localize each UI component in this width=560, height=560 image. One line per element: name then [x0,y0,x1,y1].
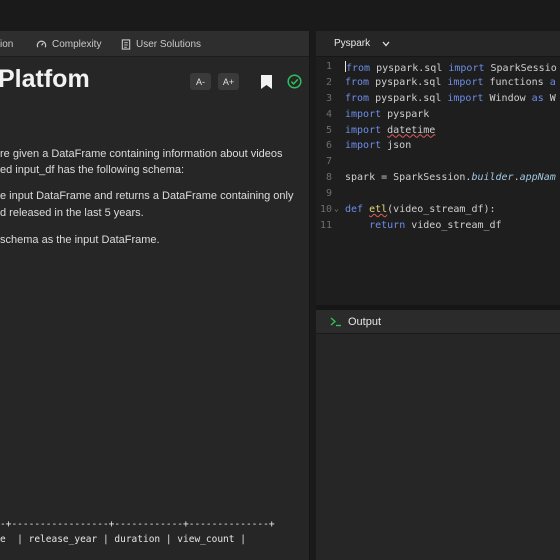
code-text: import datetime [345,125,435,136]
code-token: datetime [387,124,436,136]
description-line-5: schema as the input DataFrame. [0,234,160,246]
output-title: Output [348,315,382,328]
tab-description[interactable]: ion [0,31,13,57]
code-line[interactable]: 6 import json [316,140,560,156]
font-decrease-button[interactable]: A- [190,73,211,90]
code-editor[interactable]: Pyspark 1 from pyspark.sql import SparkSe… [316,31,560,305]
code-token: pyspark.sql [369,92,448,104]
code-text: spark = SparkSession.builder.appNam [345,172,556,183]
line-number: 1 [325,61,332,72]
code-token: def [345,204,364,216]
output-header: Output [316,310,560,334]
code-token: etl [369,204,388,216]
line-number: 11 [319,219,332,231]
code-text: def etl(video_stream_df): [345,204,496,215]
gauge-icon [36,40,47,48]
line-number: 10 [319,204,332,216]
bookmark-icon[interactable] [260,74,273,90]
code-token: as [531,92,544,104]
code-text: return video_stream_df [345,219,502,231]
schema-header: e | release_year | duration | view_count… [0,534,246,545]
problem-tabbar: ion Complexity User Solutions [0,31,309,57]
code-token: import [345,124,382,136]
code-line[interactable]: 8 spark = SparkSession.builder.appNam [316,172,560,188]
code-text: from pyspark.sql import Window as W [345,93,556,104]
line-number: 7 [325,156,332,168]
code-lines[interactable]: 1 from pyspark.sql import SparkSessio 2 fro… [316,61,560,236]
output-panel: Output [316,310,560,560]
code-text: import pyspark [345,109,429,120]
line-number: 9 [325,188,332,200]
description-line-3: e input DataFrame and returns a DataFram… [0,190,294,202]
code-line[interactable]: 11 return video_stream_df [316,220,560,236]
code-text: from pyspark.sql import SparkSessio [345,61,557,74]
code-token: a [549,76,556,88]
code-line[interactable]: 2 from pyspark.sql import functions a [316,77,560,93]
tab-user-solutions[interactable]: User Solutions [121,31,201,57]
terminal-icon [330,317,341,327]
code-token: import [447,76,484,88]
line-number: 5 [325,124,332,136]
code-line[interactable]: 10 ⌄ def etl(video_stream_df): [316,204,560,220]
code-token: json [381,140,412,152]
line-number: 8 [325,172,332,184]
code-token: pyspark.sql [370,63,449,74]
code-token: import [447,92,484,104]
code-token: spark = SparkSession. [345,172,472,184]
code-token: import [448,63,485,74]
line-number: 6 [325,140,332,152]
code-token: functions [483,76,550,88]
code-token: Window [483,92,532,104]
code-token: (video_stream_df): [387,204,496,216]
code-text: from pyspark.sql import functions a [345,77,556,88]
code-line[interactable]: 5 import datetime [316,125,560,141]
tab-complexity-label: Complexity [52,38,102,50]
chevron-down-icon [382,41,390,46]
list-icon [121,38,131,50]
fold-chevron-icon[interactable]: ⌄ [334,204,339,213]
code-token: W [543,92,556,104]
tab-description-label: ion [0,38,14,50]
code-line[interactable]: 9 [316,188,560,204]
line-number: 3 [325,92,332,104]
language-select[interactable]: Pyspark [334,38,390,49]
description-line-1: re given a DataFrame containing informat… [0,148,283,160]
code-token: pyspark.sql [369,76,448,88]
code-token: SparkSessio [484,63,557,74]
line-number: 2 [325,76,332,88]
code-text: import json [345,140,411,151]
code-token: import [345,140,382,152]
problem-panel: ion Complexity User Solutions Platfom A-… [0,31,310,560]
tab-user-solutions-label: User Solutions [136,38,202,50]
tab-complexity[interactable]: Complexity [36,31,101,57]
code-token: from [345,76,370,88]
editor-header: Pyspark [316,31,560,57]
description-line-4: d released in the last 5 years. [0,207,144,219]
code-token: builder [471,172,514,184]
language-label: Pyspark [334,38,371,49]
check-circle-icon [287,74,302,89]
code-token: appNam [519,172,556,184]
code-token: from [346,63,371,74]
code-token: pyspark [381,108,430,120]
description-line-2: ed input_df has the following schema: [0,164,185,176]
code-token: import [345,108,382,120]
code-line[interactable]: 4 import pyspark [316,109,560,125]
line-number: 4 [325,108,332,120]
code-line[interactable]: 7 [316,156,560,172]
schema-border: -+-----------------+------------+-------… [0,519,275,530]
code-token: video_stream_df [405,219,502,231]
code-token: from [345,92,370,104]
font-increase-button[interactable]: A+ [218,73,239,90]
code-token: return [369,219,406,231]
code-line[interactable]: 3 from pyspark.sql import Window as W [316,93,560,109]
code-line[interactable]: 1 from pyspark.sql import SparkSessio [316,61,560,77]
problem-title: Platfom [0,65,90,93]
